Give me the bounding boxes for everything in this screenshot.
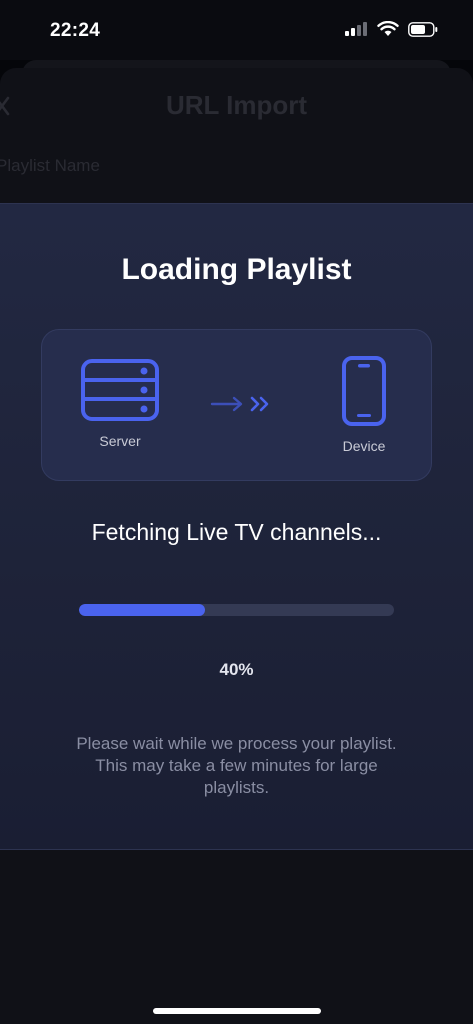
device-label: Device [342,438,386,454]
status-bar: 22:24 [0,0,473,60]
progress-percentage: 40% [219,660,254,679]
progress-bar-fill [79,604,205,616]
transfer-arrow-icon [210,396,269,412]
loading-status-text: Fetching Live TV channels... [91,519,382,545]
phone-icon [342,356,386,426]
home-indicator [153,1008,321,1014]
sheet-title: URL Import [165,90,308,120]
status-time: 22:24 [50,20,101,41]
modal-title: Loading Playlist [121,253,352,286]
battery-icon [408,22,438,37]
wifi-icon [377,21,399,36]
server-label: Server [99,433,141,449]
playlist-name-label: Playlist Name [0,156,100,175]
cellular-signal-icon [345,22,367,36]
progress-bar [79,604,394,616]
wait-note: Please wait while we process your playli… [76,734,397,797]
server-icon [81,359,159,421]
